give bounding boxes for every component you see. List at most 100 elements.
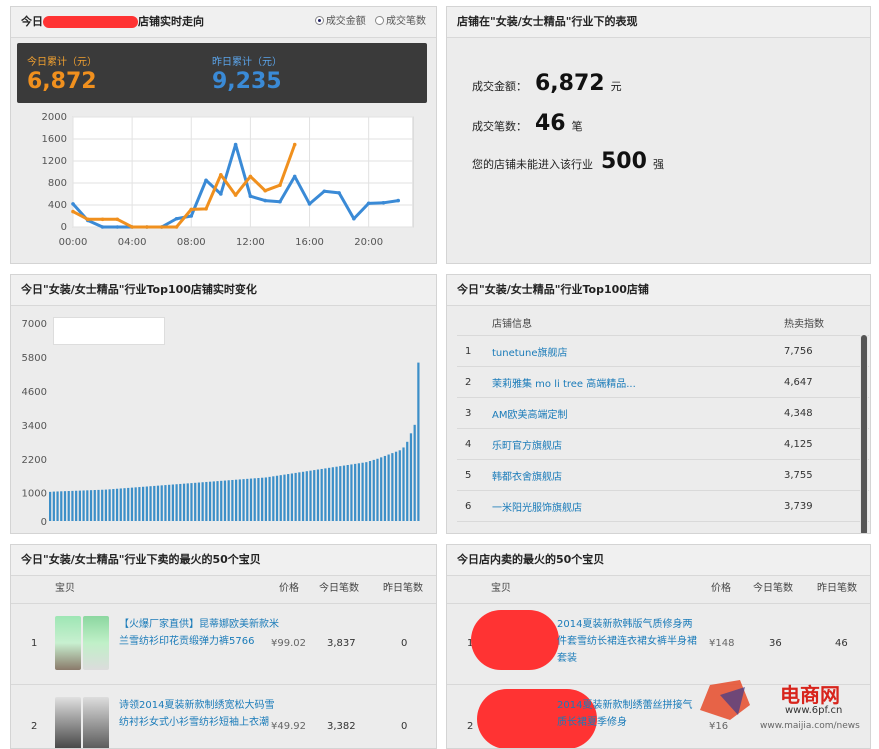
col-price: 价格 [279, 583, 299, 594]
row-rank: 2 [467, 721, 474, 732]
shop-hot-index: 3,739 [783, 490, 869, 522]
shop-row[interactable]: 1 tunetune旗舰店 7,756 [457, 335, 869, 367]
data-point [322, 189, 327, 194]
data-point [189, 207, 194, 212]
product-image[interactable] [83, 697, 109, 748]
radio-count-label: 成交笔数 [386, 16, 426, 27]
bar [168, 484, 171, 521]
product-title-link[interactable]: 2014夏装新款制绣蕾丝拼接气质长裙夏季修身 [557, 697, 697, 748]
bar [115, 488, 119, 521]
product-yesterday-count: 0 [401, 638, 408, 649]
perf-amount-value: 6,872 [535, 71, 605, 96]
shop-link[interactable]: 乐町官方旗舰店 [491, 428, 783, 460]
shop-hot-index: 7,756 [783, 335, 869, 367]
bar [372, 459, 375, 521]
col-today-count: 今日笔数 [319, 583, 359, 594]
perf-count-value: 46 [535, 111, 566, 136]
bar [268, 476, 271, 521]
product-yesterday-count: 0 [401, 721, 408, 732]
bar [328, 467, 331, 521]
col-yesterday-count: 昨日笔数 [383, 583, 423, 594]
y-tick-label: 1000 [22, 489, 47, 500]
data-point [278, 199, 282, 204]
shop-row[interactable]: 7昆蒂娜旗舰店3,724 [457, 521, 869, 533]
bar [324, 468, 327, 521]
scrollbar[interactable] [860, 335, 868, 533]
shop-row[interactable]: 2 茉莉雅集 mo li tree 高端精品... 4,647 [457, 366, 869, 398]
product-title-link[interactable]: 【火爆厂家直供】昆蒂娜欧美新款米兰雪纺衫印花贡缎弹力裤5766 [119, 616, 279, 668]
data-point [248, 194, 253, 198]
col-price: 价格 [711, 583, 731, 594]
y-tick-label: 800 [48, 178, 67, 189]
bar [231, 479, 234, 521]
data-point [233, 193, 238, 197]
cumulative-summary: 今日累计（元） 6,872 昨日累计（元） 9,235 [17, 43, 427, 103]
bar [313, 470, 316, 521]
data-point [204, 207, 208, 211]
bar [145, 486, 148, 521]
radio-count[interactable]: 成交笔数 [375, 7, 426, 37]
shop-link[interactable]: tunetune旗舰店 [491, 335, 783, 367]
bar [220, 480, 223, 521]
product-image[interactable] [55, 616, 81, 670]
bar [238, 479, 241, 521]
bar [49, 491, 52, 521]
bar [201, 482, 204, 521]
bar [391, 453, 394, 521]
shop-link[interactable]: 一米阳光服饰旗舰店 [491, 490, 783, 522]
product-row[interactable]: 2 诗领2014夏装新款制绣宽松大码雪纺衬衫女式小衫雪纺衫短袖上衣潮 ¥49.9… [11, 685, 436, 748]
product-price: ¥49.92 [271, 721, 306, 732]
product-image[interactable] [83, 616, 109, 670]
product-title-link[interactable]: 2014夏装新款韩版气质修身两件套雪纺长裙连衣裙女裤半身裙套装 [557, 616, 697, 668]
bar [63, 491, 67, 521]
bar [380, 457, 383, 521]
product-row[interactable]: 1 【火爆厂家直供】昆蒂娜欧美新款米兰雪纺衫印花贡缎弹力裤5766 ¥99.02… [11, 604, 436, 685]
bar [75, 490, 78, 521]
shop-row[interactable]: 5 韩都衣舍旗舰店 3,755 [457, 459, 869, 491]
product-price: ¥99.02 [271, 638, 306, 649]
col-item: 宝贝 [55, 583, 75, 594]
metric-toggle: 成交金额 成交笔数 [309, 7, 426, 37]
product-title-link[interactable]: 诗领2014夏装新款制绣宽松大码雪纺衬衫女式小衫雪纺衫短袖上衣潮 [119, 697, 279, 748]
shop-row[interactable]: 6 一米阳光服饰旗舰店 3,739 [457, 490, 869, 522]
data-point [159, 225, 164, 229]
y-tick-label: 3400 [22, 421, 47, 432]
bar [398, 450, 401, 521]
x-tick-label: 04:00 [118, 237, 147, 248]
radio-amount-label: 成交金额 [325, 16, 366, 27]
radio-amount[interactable]: 成交金额 [314, 7, 366, 37]
bar [86, 490, 89, 521]
bar [134, 487, 137, 521]
bar [138, 487, 141, 521]
perf-amount-row: 成交金额： 6,872 元 [472, 71, 622, 96]
bar [264, 477, 267, 521]
data-point [307, 202, 312, 206]
scrollbar-thumb[interactable] [861, 335, 867, 533]
bar [212, 481, 215, 521]
data-point [71, 202, 75, 206]
redacted-product-image [471, 610, 559, 670]
shop-link[interactable]: AM欧美高端定制 [491, 397, 783, 429]
bar [253, 478, 256, 521]
bar [130, 487, 134, 521]
shop-row[interactable]: 3 AM欧美高端定制 4,348 [457, 397, 869, 429]
trend-line-chart: 0 400 800 1200 1600 2000 00:00 04:00 08:00 12:00 1… [42, 112, 414, 248]
shop-row[interactable]: 4 乐町官方旗舰店 4,125 [457, 428, 869, 460]
shop-link[interactable]: 韩都衣舍旗舰店 [491, 459, 783, 491]
product-today-count: 3,837 [327, 638, 356, 649]
bar [56, 491, 59, 521]
row-rank: 1 [31, 638, 38, 649]
y-tick-label: 4600 [22, 387, 47, 398]
bar [346, 464, 349, 521]
bar [89, 490, 93, 521]
product-image[interactable] [55, 697, 81, 748]
x-tick-label: 16:00 [295, 237, 324, 248]
product-row[interactable]: 1 2014夏装新款韩版气质修身两件套雪纺长裙连衣裙女裤半身裙套装 ¥148 3… [447, 604, 870, 685]
product-today-count: 36 [769, 638, 782, 649]
bar [227, 480, 230, 521]
shop-link[interactable]: 茉莉雅集 mo li tree 高端精品... [491, 366, 783, 398]
shop-link[interactable]: 昆蒂娜旗舰店 [491, 521, 783, 533]
bar [197, 482, 201, 521]
data-point [71, 209, 75, 214]
industry-performance-title: 店铺在"女装/女士精品"行业下的表现 [447, 7, 870, 38]
